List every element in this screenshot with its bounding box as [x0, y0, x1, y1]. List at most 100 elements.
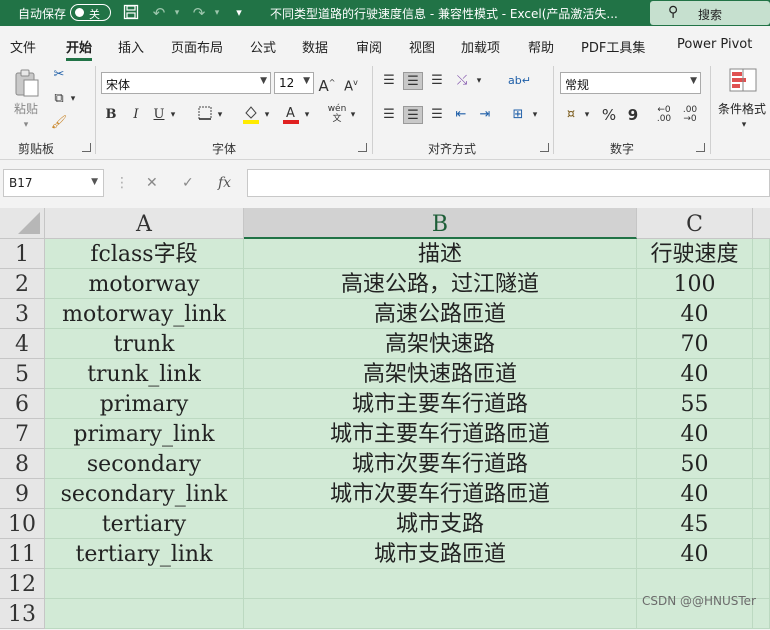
- row-header[interactable]: 7: [0, 419, 45, 449]
- table-cell[interactable]: 50: [637, 449, 753, 479]
- table-cell[interactable]: 城市主要车行道路匝道: [244, 419, 637, 449]
- row-header[interactable]: 8: [0, 449, 45, 479]
- borders-icon[interactable]: [196, 106, 214, 124]
- row-header[interactable]: 10: [0, 509, 45, 539]
- align-middle-icon[interactable]: ☰: [403, 72, 423, 90]
- accounting-dropdown-icon[interactable]: ▾: [582, 106, 592, 124]
- font-color-dropdown-icon[interactable]: ▾: [302, 106, 312, 124]
- increase-indent-icon[interactable]: ⇥: [476, 106, 494, 124]
- row-header[interactable]: 3: [0, 299, 45, 329]
- customize-toolbar-icon[interactable]: ▾: [230, 4, 248, 22]
- tab-data[interactable]: 数据: [302, 37, 328, 56]
- enter-icon[interactable]: ✓: [182, 175, 194, 191]
- table-cell[interactable]: 高架快速路: [244, 329, 637, 359]
- clipboard-launcher-icon[interactable]: [82, 143, 91, 152]
- table-cell[interactable]: secondary: [45, 449, 244, 479]
- table-cell[interactable]: 40: [637, 539, 753, 569]
- conditional-formatting-icon[interactable]: [728, 68, 758, 96]
- tab-page-layout[interactable]: 页面布局: [171, 37, 223, 56]
- name-box[interactable]: B17 ▼: [3, 169, 104, 197]
- copy-icon[interactable]: ⧉: [50, 90, 68, 108]
- column-header-b[interactable]: B: [244, 208, 637, 239]
- undo-dropdown-icon[interactable]: ▾: [168, 4, 186, 22]
- table-cell[interactable]: [753, 539, 770, 569]
- table-cell[interactable]: 城市支路: [244, 509, 637, 539]
- table-cell[interactable]: 高速公路，过江隧道: [244, 269, 637, 299]
- align-bottom-icon[interactable]: ☰: [428, 72, 446, 90]
- tab-pdf-tools[interactable]: PDF工具集: [581, 37, 645, 56]
- phonetic-dropdown-icon[interactable]: ▾: [348, 106, 358, 124]
- tab-formulas[interactable]: 公式: [250, 37, 276, 56]
- table-cell[interactable]: 55: [637, 389, 753, 419]
- table-cell[interactable]: secondary_link: [45, 479, 244, 509]
- conditional-formatting-dropdown-icon[interactable]: ▾: [738, 116, 750, 134]
- table-cell[interactable]: 高速公路匝道: [244, 299, 637, 329]
- increase-font-size-icon[interactable]: A^: [318, 74, 336, 95]
- merge-center-icon[interactable]: ⊞: [508, 106, 528, 124]
- formula-input[interactable]: [247, 169, 770, 197]
- table-cell[interactable]: 城市次要车行道路: [244, 449, 637, 479]
- row-header[interactable]: 4: [0, 329, 45, 359]
- row-header[interactable]: 5: [0, 359, 45, 389]
- tab-view[interactable]: 视图: [409, 37, 435, 56]
- row-header[interactable]: 6: [0, 389, 45, 419]
- table-cell[interactable]: [45, 569, 244, 599]
- table-cell[interactable]: [45, 599, 244, 629]
- tab-home[interactable]: 开始: [66, 37, 92, 56]
- number-format-select[interactable]: 常规 ▼: [560, 72, 701, 94]
- align-top-icon[interactable]: ☰: [380, 72, 398, 90]
- orientation-dropdown-icon[interactable]: ▾: [474, 72, 484, 90]
- row-header[interactable]: 1: [0, 239, 45, 269]
- italic-button[interactable]: I: [128, 106, 144, 124]
- tab-help[interactable]: 帮助: [528, 37, 554, 56]
- save-icon[interactable]: [122, 4, 140, 22]
- table-cell[interactable]: 40: [637, 479, 753, 509]
- row-header[interactable]: 2: [0, 269, 45, 299]
- table-cell[interactable]: [753, 509, 770, 539]
- font-launcher-icon[interactable]: [358, 143, 367, 152]
- insert-function-icon[interactable]: fx: [218, 175, 231, 191]
- search-box[interactable]: ⚲ 搜索: [650, 1, 770, 25]
- row-header[interactable]: 11: [0, 539, 45, 569]
- fill-color-dropdown-icon[interactable]: ▾: [262, 106, 272, 124]
- table-cell[interactable]: [244, 599, 637, 629]
- redo-dropdown-icon[interactable]: ▾: [208, 4, 226, 22]
- paste-dropdown-icon[interactable]: ▾: [20, 116, 32, 134]
- table-cell[interactable]: 高架快速路匝道: [244, 359, 637, 389]
- decrease-decimal-icon[interactable]: .00 →0: [680, 106, 700, 124]
- table-cell[interactable]: [753, 239, 770, 269]
- wrap-text-icon[interactable]: ab↵: [508, 72, 531, 90]
- conditional-formatting-label[interactable]: 条件格式: [718, 100, 766, 117]
- tab-review[interactable]: 审阅: [356, 37, 382, 56]
- row-header[interactable]: 12: [0, 569, 45, 599]
- alignment-launcher-icon[interactable]: [540, 143, 549, 152]
- autosave-toggle[interactable]: 关: [70, 4, 111, 21]
- table-cell[interactable]: trunk_link: [45, 359, 244, 389]
- increase-decimal-icon[interactable]: ←0.00: [654, 106, 674, 124]
- table-cell[interactable]: 城市次要车行道路匝道: [244, 479, 637, 509]
- table-cell[interactable]: 100: [637, 269, 753, 299]
- number-launcher-icon[interactable]: [696, 143, 705, 152]
- table-cell[interactable]: tertiary: [45, 509, 244, 539]
- align-center-icon[interactable]: ☰: [403, 106, 423, 124]
- table-cell[interactable]: 40: [637, 359, 753, 389]
- table-cell[interactable]: motorway_link: [45, 299, 244, 329]
- comma-style-button[interactable]: 9: [624, 106, 642, 124]
- paste-icon[interactable]: [12, 68, 42, 98]
- underline-button[interactable]: U: [151, 106, 167, 124]
- format-painter-icon[interactable]: 🖌: [50, 114, 68, 132]
- table-cell[interactable]: [244, 569, 637, 599]
- orientation-icon[interactable]: ⤯: [452, 72, 472, 90]
- font-name-select[interactable]: 宋体 ▼: [101, 72, 271, 94]
- borders-dropdown-icon[interactable]: ▾: [215, 106, 225, 124]
- undo-icon[interactable]: ↶: [150, 4, 168, 22]
- cancel-icon[interactable]: ✕: [146, 175, 158, 191]
- tab-file[interactable]: 文件: [10, 37, 36, 56]
- tab-insert[interactable]: 插入: [118, 37, 144, 56]
- decrease-font-size-icon[interactable]: Av: [342, 74, 360, 94]
- table-cell[interactable]: tertiary_link: [45, 539, 244, 569]
- table-cell[interactable]: [753, 449, 770, 479]
- table-cell[interactable]: trunk: [45, 329, 244, 359]
- table-cell[interactable]: motorway: [45, 269, 244, 299]
- table-cell[interactable]: [753, 269, 770, 299]
